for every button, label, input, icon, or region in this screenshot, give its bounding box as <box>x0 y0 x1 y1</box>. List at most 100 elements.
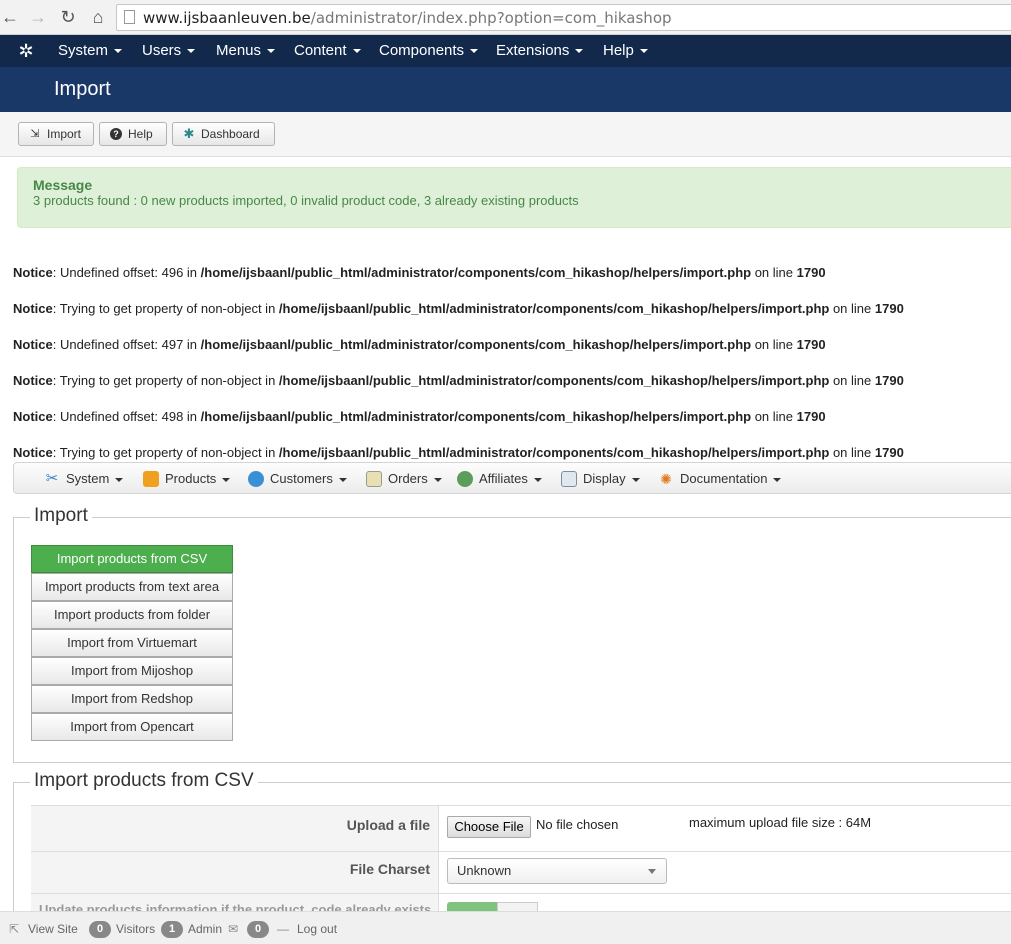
help-button-label: Help <box>128 127 153 141</box>
submenu-products[interactable]: Products <box>143 470 231 488</box>
menu-users[interactable]: Users <box>142 35 196 67</box>
chevron-down-icon <box>470 49 479 54</box>
submenu-documentation[interactable]: ✺ Documentation <box>658 470 782 488</box>
notice-online: on line <box>751 337 797 352</box>
notice-online: on line <box>829 373 875 388</box>
import-csv-button[interactable]: Import products from CSV <box>31 545 233 573</box>
url-text[interactable]: www.ijsbaanleuven.be/administrator/index… <box>143 9 672 27</box>
home-icon[interactable]: ⌂ <box>88 7 108 27</box>
url-path: /administrator/index.php?option=com_hika… <box>310 9 672 27</box>
dashboard-button[interactable]: ✱ Dashboard <box>172 122 275 146</box>
toolbar: ⇲ Import ? Help ✱ Dashboard <box>0 112 1011 157</box>
chevron-down-icon <box>114 49 123 54</box>
notice-path: /home/ijsbaanl/public_html/administrator… <box>200 409 752 424</box>
joomla-logo-icon[interactable]: ✲ <box>16 41 36 61</box>
notice-online: on line <box>829 445 875 460</box>
envelope-icon: ✉ <box>228 922 239 936</box>
back-arrow-icon[interactable]: ← <box>0 7 20 27</box>
notice-label: Notice <box>13 373 53 388</box>
submenu-orders[interactable]: Orders <box>366 470 442 488</box>
products-icon <box>143 471 159 487</box>
system-message: Message 3 products found : 0 new product… <box>17 167 1011 228</box>
notice-text: : Trying to get property of non-object i… <box>52 445 279 460</box>
charset-select[interactable]: Unknown <box>447 858 667 884</box>
chevron-down-icon <box>267 49 276 54</box>
notice-label: Notice <box>13 409 53 424</box>
notice-path: /home/ijsbaanl/public_html/administrator… <box>200 337 752 352</box>
page-title: Import <box>54 78 111 100</box>
submenu-affiliates[interactable]: Affiliates <box>457 470 542 488</box>
submenu-system[interactable]: ✂ System <box>44 470 124 488</box>
submenu-display-label: Display <box>583 471 626 486</box>
external-link-icon: ⇱ <box>9 922 20 936</box>
php-notice: Notice: Trying to get property of non-ob… <box>13 445 904 460</box>
csv-legend: Import products from CSV <box>30 770 258 792</box>
affiliates-icon <box>457 471 473 487</box>
charset-label: File Charset <box>349 861 430 877</box>
chevron-down-icon <box>338 477 347 482</box>
menu-help[interactable]: Help <box>603 35 648 67</box>
notice-online: on line <box>751 265 797 280</box>
submenu-system-label: System <box>66 471 110 486</box>
php-notice: Notice: Trying to get property of non-ob… <box>13 373 904 388</box>
chevron-down-icon <box>533 477 542 482</box>
orders-icon <box>366 471 382 487</box>
notice-line: 1790 <box>796 265 826 280</box>
submenu-products-label: Products <box>165 471 217 486</box>
submenu-customers[interactable]: Customers <box>248 470 347 488</box>
visitors-count-badge: 0 <box>89 921 111 938</box>
php-notice: Notice: Undefined offset: 496 in /home/i… <box>13 265 826 280</box>
upload-label-cell: Upload a file <box>31 806 439 851</box>
reload-icon[interactable]: ↻ <box>58 7 78 27</box>
menu-system[interactable]: System <box>58 35 123 67</box>
menu-content[interactable]: Content <box>294 35 361 67</box>
menu-menus[interactable]: Menus <box>216 35 276 67</box>
import-virtuemart-button[interactable]: Import from Virtuemart <box>31 629 233 657</box>
notice-line: 1790 <box>874 373 904 388</box>
menu-extensions-label: Extensions <box>496 42 570 59</box>
notice-line: 1790 <box>874 301 904 316</box>
php-notice: Notice: Trying to get property of non-ob… <box>13 301 904 316</box>
chevron-down-icon <box>575 49 584 54</box>
visitors-label: Visitors <box>116 922 156 936</box>
notice-path: /home/ijsbaanl/public_html/administrator… <box>200 265 752 280</box>
import-button[interactable]: ⇲ Import <box>18 122 94 146</box>
notice-line: 1790 <box>874 445 904 460</box>
notice-line: 1790 <box>796 409 826 424</box>
import-redshop-button[interactable]: Import from Redshop <box>31 685 233 713</box>
notice-text: : Undefined offset: 498 in <box>52 409 201 424</box>
chevron-down-icon <box>433 477 442 482</box>
import-mijoshop-button[interactable]: Import from Mijoshop <box>31 657 233 685</box>
dashboard-icon: ✱ <box>183 126 195 141</box>
import-folder-button[interactable]: Import products from folder <box>31 601 233 629</box>
lifebuoy-icon: ✺ <box>660 471 672 487</box>
notice-label: Notice <box>13 265 53 280</box>
customers-icon <box>248 471 264 487</box>
choose-file-button[interactable]: Choose File <box>447 816 531 838</box>
notice-label: Notice <box>13 445 53 460</box>
page-header: Import <box>0 67 1011 112</box>
import-textarea-button[interactable]: Import products from text area <box>31 573 233 601</box>
forward-arrow-icon[interactable]: → <box>28 7 48 27</box>
menu-components[interactable]: Components <box>379 35 479 67</box>
view-site-link[interactable]: View Site <box>28 921 78 937</box>
notice-text: : Undefined offset: 497 in <box>52 337 201 352</box>
notice-text: : Trying to get property of non-object i… <box>52 373 279 388</box>
import-opencart-button[interactable]: Import from Opencart <box>31 713 233 741</box>
chevron-down-icon <box>639 49 648 54</box>
import-legend: Import <box>30 505 92 527</box>
menu-help-label: Help <box>603 42 634 59</box>
logout-link[interactable]: Log out <box>297 921 337 937</box>
address-bar[interactable]: www.ijsbaanleuven.be/administrator/index… <box>116 4 1011 31</box>
submenu-customers-label: Customers <box>270 471 333 486</box>
dropdown-arrow-icon <box>648 869 656 874</box>
admin-label: Admin <box>188 922 223 936</box>
php-notice: Notice: Undefined offset: 498 in /home/i… <box>13 409 826 424</box>
submenu-display[interactable]: Display <box>561 470 640 488</box>
help-button[interactable]: ? Help <box>99 122 167 146</box>
chevron-down-icon <box>631 477 640 482</box>
php-notice: Notice: Undefined offset: 497 in /home/i… <box>13 337 826 352</box>
notice-path: /home/ijsbaanl/public_html/administrator… <box>278 373 830 388</box>
dashboard-button-label: Dashboard <box>201 127 260 141</box>
menu-extensions[interactable]: Extensions <box>496 35 584 67</box>
